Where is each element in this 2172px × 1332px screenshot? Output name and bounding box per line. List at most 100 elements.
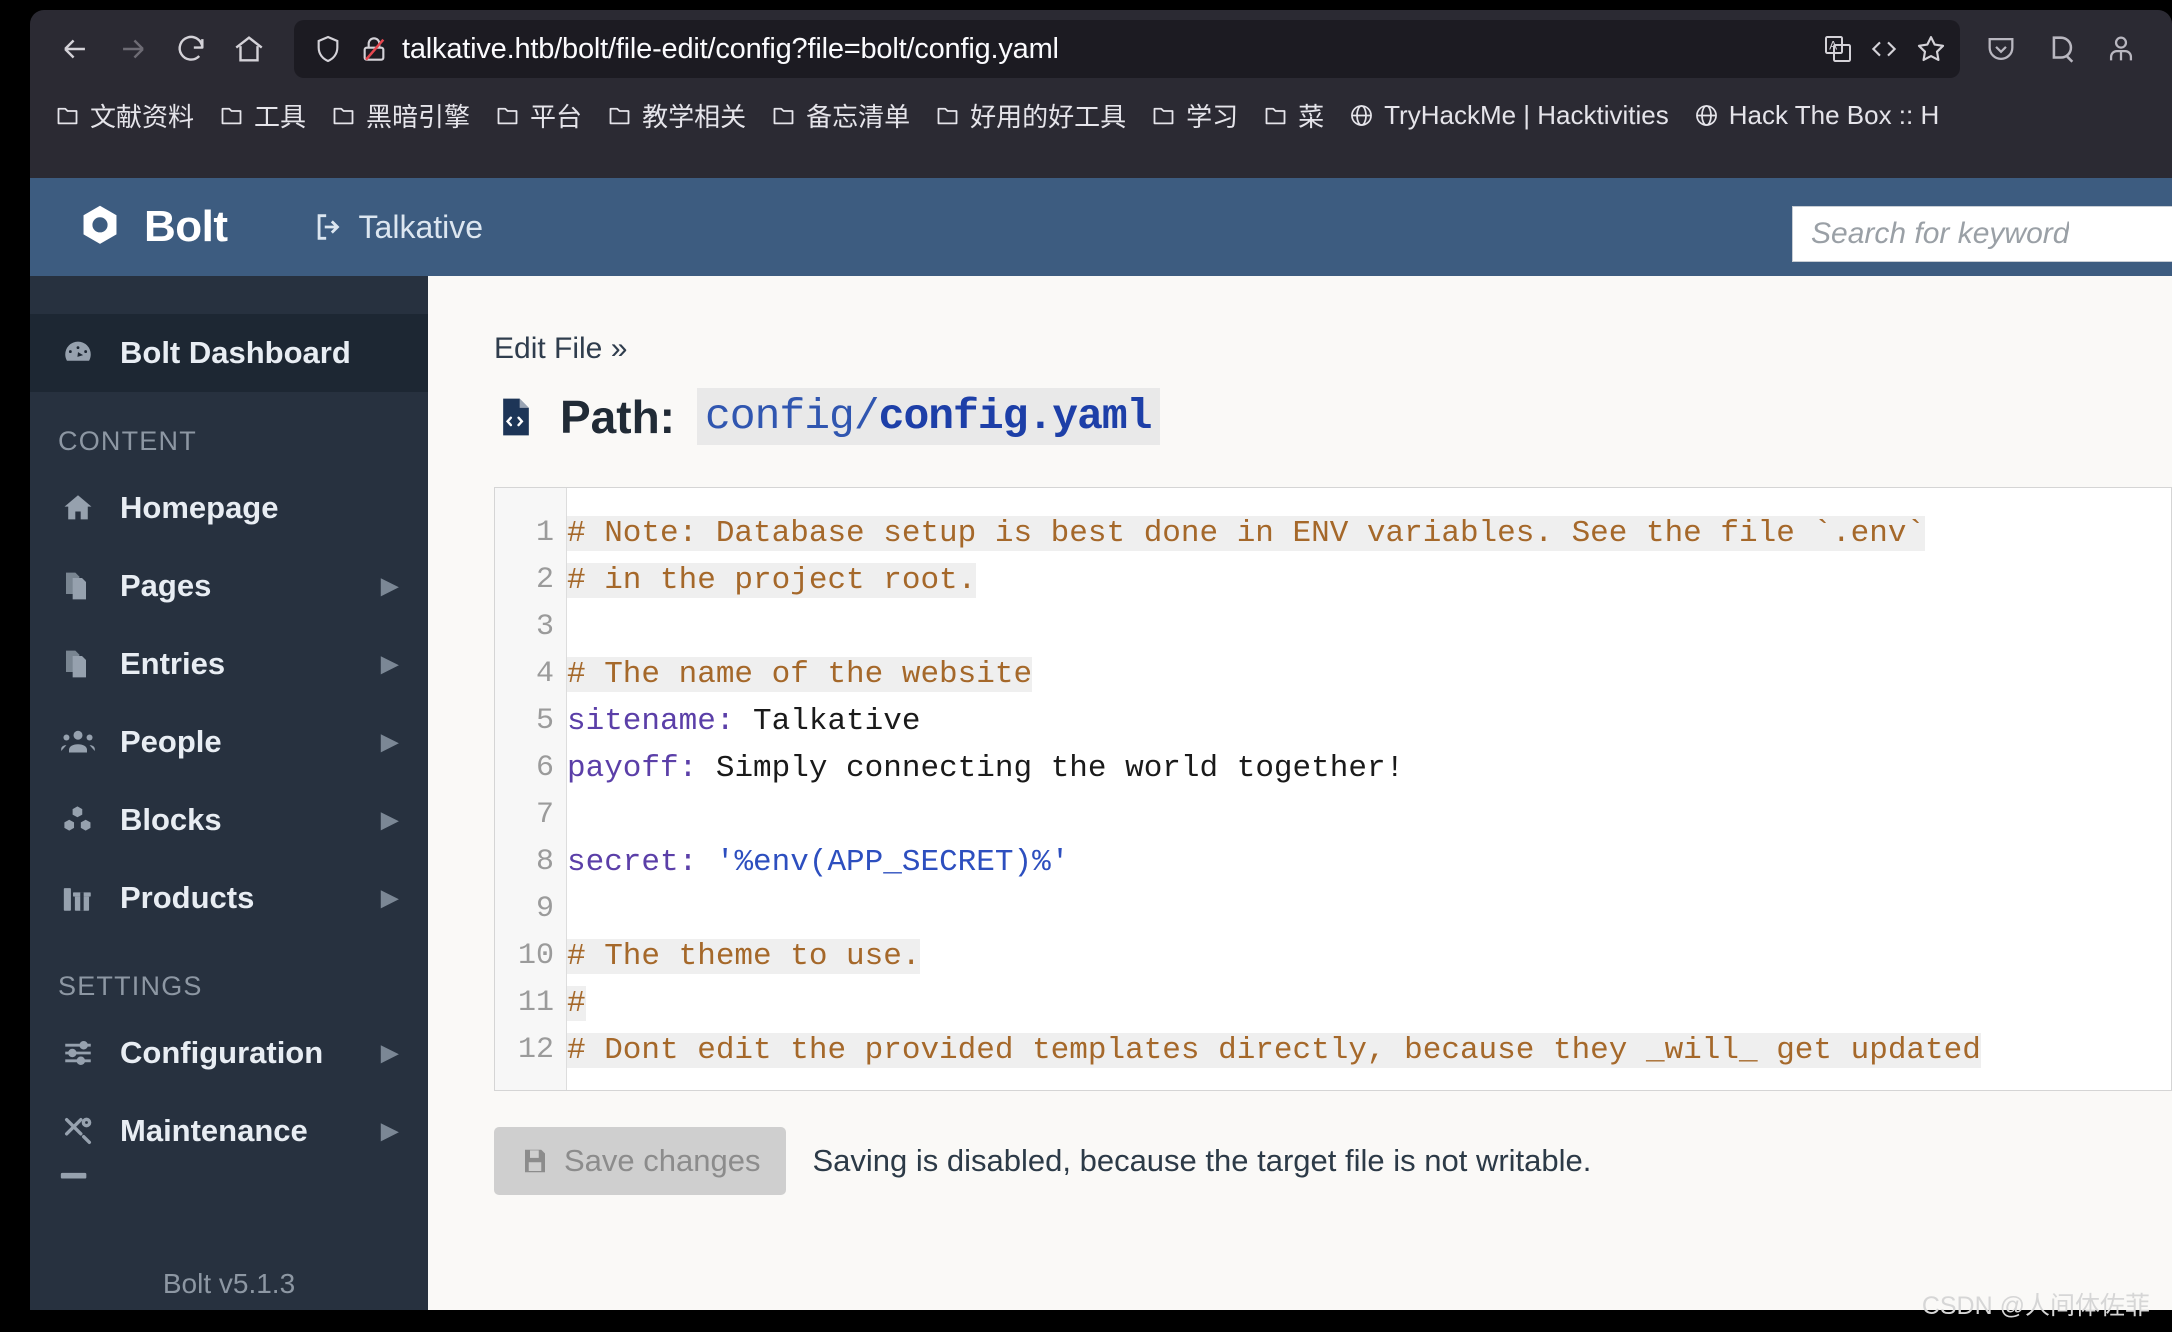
sidebar-item-homepage[interactable]: Homepage [30,469,428,547]
code-line: # [567,980,2171,1027]
bookmark-item[interactable]: Hack The Box :: H [1683,95,1950,136]
bookmark-item[interactable]: TryHackMe | Hacktivities [1338,95,1679,136]
home-icon [58,491,98,525]
sidebar-top-spacer [30,276,428,314]
sidebar-item-configuration[interactable]: Configuration ▶ [30,1014,428,1092]
code-comment: # in the project root. [567,563,977,598]
svg-text:A: A [1829,39,1837,53]
yaml-key: sitename: [567,704,735,739]
sidebar-item-people[interactable]: People ▶ [30,703,428,781]
url-bar[interactable]: talkative.htb/bolt/file-edit/config?file… [294,20,1960,78]
search-input[interactable]: Search for keyword [1792,206,2172,262]
external-link-icon [317,214,340,240]
save-button[interactable]: Save changes [494,1127,787,1195]
back-button[interactable] [48,22,102,76]
sidebar-item-entries[interactable]: Entries ▶ [30,625,428,703]
sidebar-item-label: Configuration [120,1035,324,1070]
bookmark-item[interactable]: 备忘清单 [760,92,920,139]
sidebar: Bolt Dashboard CONTENT Homepage Pages ▶ [30,276,428,1310]
brand[interactable]: Bolt [74,201,228,253]
reload-button[interactable] [164,22,218,76]
save-message: Saving is disabled, because the target f… [812,1143,1592,1178]
sidebar-item-label: Entries [120,646,226,681]
home-button[interactable] [222,22,276,76]
sidebar-item-truncated[interactable] [30,1170,428,1196]
sidebar-item-pages[interactable]: Pages ▶ [30,547,428,625]
sidebar-item-blocks[interactable]: Blocks ▶ [30,781,428,859]
breadcrumb[interactable]: Edit File » [494,332,2172,366]
forward-button[interactable] [106,22,160,76]
account-icon[interactable] [2094,22,2148,76]
sidebar-item-label: Bolt Dashboard [120,335,351,370]
reader-code-icon[interactable] [1868,33,1900,65]
path-label: Path: [560,390,675,443]
browser-toolbar: talkative.htb/bolt/file-edit/config?file… [30,10,2172,88]
page-title: Path: config/config.yaml [494,388,2172,445]
bookmark-label: TryHackMe | Hacktivities [1384,99,1669,130]
code-comment: # Dont edit the provided templates direc… [567,1033,1981,1068]
chevron-right-icon: ▶ [381,729,398,754]
site-link-label: Talkative [358,208,484,245]
sidebar-item-maintenance[interactable]: Maintenance ▶ [30,1092,428,1170]
globe-icon [1351,104,1373,126]
folder-icon [57,107,78,124]
yaml-string: '%env(APP_SECRET)%' [697,845,1070,880]
watermark: CSDN @人间体佐菲 [1921,1292,2150,1320]
bookmark-label: 工具 [254,101,307,132]
code-line: secret: '%env(APP_SECRET)%' [567,839,2171,886]
bookmark-item[interactable]: 平台 [484,92,592,139]
folder-icon [937,107,958,124]
broken-lock-icon[interactable] [358,33,390,65]
code-line: # The name of the website [567,651,2171,698]
bookmark-item[interactable]: 黑暗引擎 [320,92,480,139]
sidebar-item-dashboard[interactable]: Bolt Dashboard [30,314,428,392]
line-number: 1 [535,516,554,550]
bookmark-item[interactable]: 文献资料 [44,92,204,139]
sidebar-item-products[interactable]: Products ▶ [30,859,428,937]
bookmark-star-icon[interactable] [1914,32,1948,66]
chevron-right-icon: ▶ [381,1040,398,1065]
sidebar-item-label: Products [120,880,255,915]
bookmark-item[interactable]: 教学相关 [596,92,756,139]
bookmark-item[interactable]: 工具 [208,92,316,139]
sidebar-item-label: Blocks [120,802,222,837]
folder-icon [497,107,518,124]
save-icon [525,1149,545,1173]
code-line: # The theme to use. [567,933,2171,980]
sliders-icon [58,1036,98,1070]
code-comment: # [567,986,586,1021]
tachometer-icon [58,336,98,370]
folder-icon [1265,107,1286,124]
code-comment: # The name of the website [567,657,1033,692]
translate-icon[interactable]: A [1822,33,1854,65]
path-value: config/config.yaml [697,388,1160,445]
code-editor[interactable]: 1 2 3 4 5 6 7 8 9 10 11 12 # Note: Datab… [494,487,2172,1091]
bookmark-item[interactable]: 好用的好工具 [924,92,1136,139]
tools-icon [58,1114,98,1148]
dashlane-icon[interactable] [2034,22,2088,76]
code-line: # Note: Database setup is best done in E… [567,510,2171,557]
line-number: 4 [535,657,554,691]
code-line: payoff: Simply connecting the world toge… [567,745,2171,792]
bolt-version: Bolt v5.1.3 [162,1268,296,1299]
bookmark-item[interactable]: 菜 [1252,92,1334,139]
folder-icon [609,107,630,124]
line-number: 10 [517,939,554,973]
path-dir: config/ [705,392,880,441]
code-comment: # Note: Database setup is best done in E… [567,516,1926,551]
yaml-key: secret: [567,845,698,880]
url-text[interactable]: talkative.htb/bolt/file-edit/config?file… [402,33,1810,66]
bookmark-label: 黑暗引擎 [366,101,471,132]
yaml-value: Talkative [734,704,921,739]
pocket-icon[interactable] [1974,22,2028,76]
line-number: 7 [535,798,554,832]
line-number: 12 [517,1033,554,1067]
line-number: 5 [535,704,554,738]
code-area[interactable]: # Note: Database setup is best done in E… [567,488,2171,1090]
bookmark-label: 文献资料 [90,101,195,132]
bookmark-item[interactable]: 学习 [1140,92,1248,139]
site-link[interactable]: Talkative [312,208,484,246]
file-code-icon [494,395,538,439]
shield-icon[interactable] [312,33,344,65]
